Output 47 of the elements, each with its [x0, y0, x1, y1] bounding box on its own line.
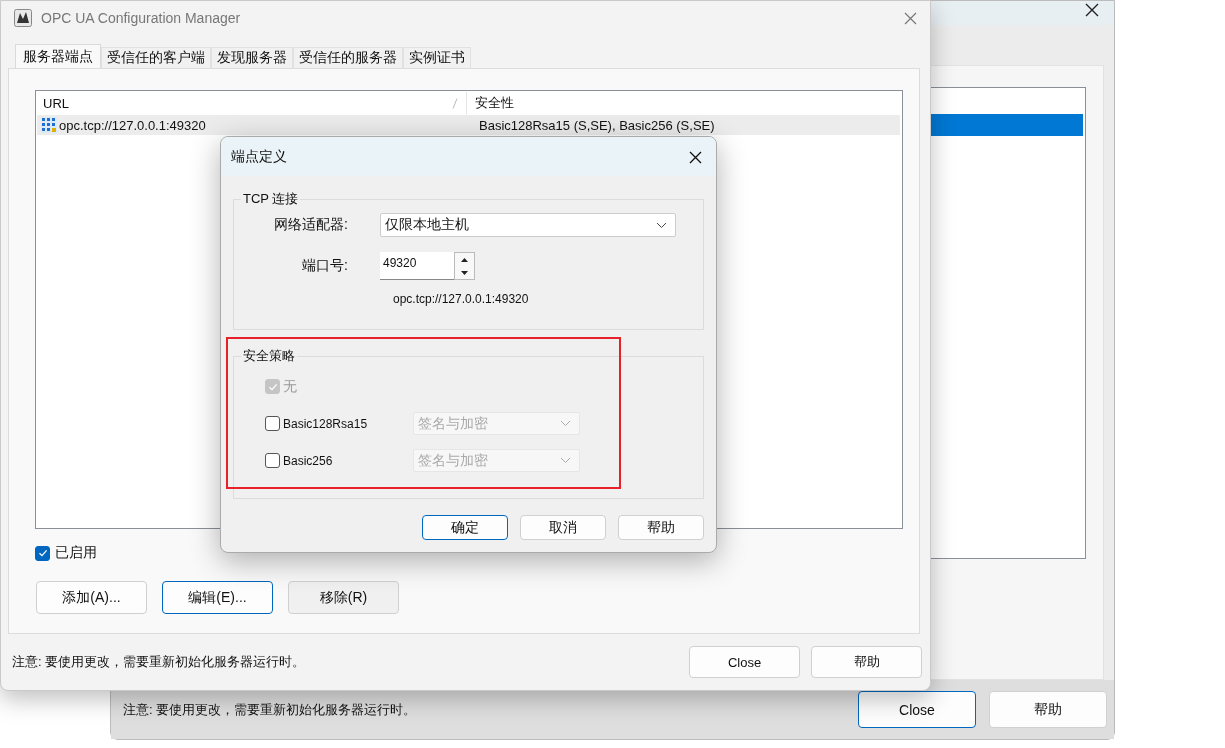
adapter-dropdown[interactable]: 仅限本地主机: [380, 213, 676, 237]
dialog-button[interactable]: 帮助: [618, 515, 704, 540]
tab[interactable]: 发现服务器: [211, 47, 293, 68]
sort-icon: [452, 97, 458, 109]
action-button[interactable]: 编辑(E)...: [162, 581, 273, 614]
table-cell: Basic128Rsa15 (S,SE), Basic256 (S,SE): [479, 117, 715, 133]
group-title: 安全策略: [242, 347, 296, 365]
checkbox-label: 无: [283, 377, 298, 396]
checkbox-label: 已启用: [55, 544, 97, 562]
chevron-down-icon: [560, 457, 571, 464]
action-button[interactable]: 移除(R): [288, 581, 399, 614]
checkbox[interactable]: [265, 453, 280, 468]
dialog-button[interactable]: Close: [858, 691, 976, 728]
triangle-up-icon: [461, 257, 468, 262]
column-header[interactable]: 安全性: [467, 92, 900, 114]
port-field[interactable]: 49320: [380, 252, 454, 280]
checkbox-label: Basic128Rsa15: [283, 416, 369, 431]
checkbox[interactable]: [265, 416, 280, 431]
note-text: 注意: 要使用更改，需要重新初始化服务器运行时。: [12, 653, 306, 671]
check-icon: [36, 547, 49, 559]
network-icon: [41, 117, 57, 133]
dialog-button[interactable]: 帮助: [811, 646, 922, 678]
table-cell: opc.tcp://127.0.0.1:49320: [59, 117, 206, 133]
tab[interactable]: 受信任的客户端: [101, 47, 211, 68]
field-label: 端口号:: [301, 257, 348, 275]
checkbox-label: Basic256: [283, 453, 334, 468]
app-icon: [14, 9, 32, 27]
list-row[interactable]: opc.tcp://127.0.0.1:49320 Basic128Rsa15 (S,SE), Basic256 (S,SE): [37, 115, 900, 135]
dialog-button[interactable]: 确定: [422, 515, 508, 540]
column-header[interactable]: URL: [37, 92, 467, 114]
endpoint-url: opc.tcp://127.0.0.1:49320: [393, 292, 530, 306]
dialog-button[interactable]: Close: [689, 646, 800, 678]
triangle-down-icon: [461, 270, 468, 275]
checkbox[interactable]: [35, 545, 50, 561]
dialog-button[interactable]: 取消: [520, 515, 606, 540]
dialog-title: 端点定义: [231, 147, 287, 166]
chevron-down-icon: [656, 221, 667, 229]
field-label: 网络适配器:: [273, 216, 348, 234]
group-title: TCP 连接: [242, 190, 300, 208]
window-title: OPC UA Configuration Manager: [41, 10, 241, 26]
chevron-down-icon: [560, 420, 571, 427]
tab[interactable]: 受信任的服务器: [293, 47, 403, 68]
note-text: 注意: 要使用更改，需要重新初始化服务器运行时。: [123, 700, 417, 719]
tab[interactable]: 服务器端点: [15, 44, 101, 68]
action-button[interactable]: 添加(A)...: [36, 581, 147, 614]
dialog-button[interactable]: 帮助: [989, 691, 1107, 728]
tab[interactable]: 实例证书: [403, 47, 471, 68]
